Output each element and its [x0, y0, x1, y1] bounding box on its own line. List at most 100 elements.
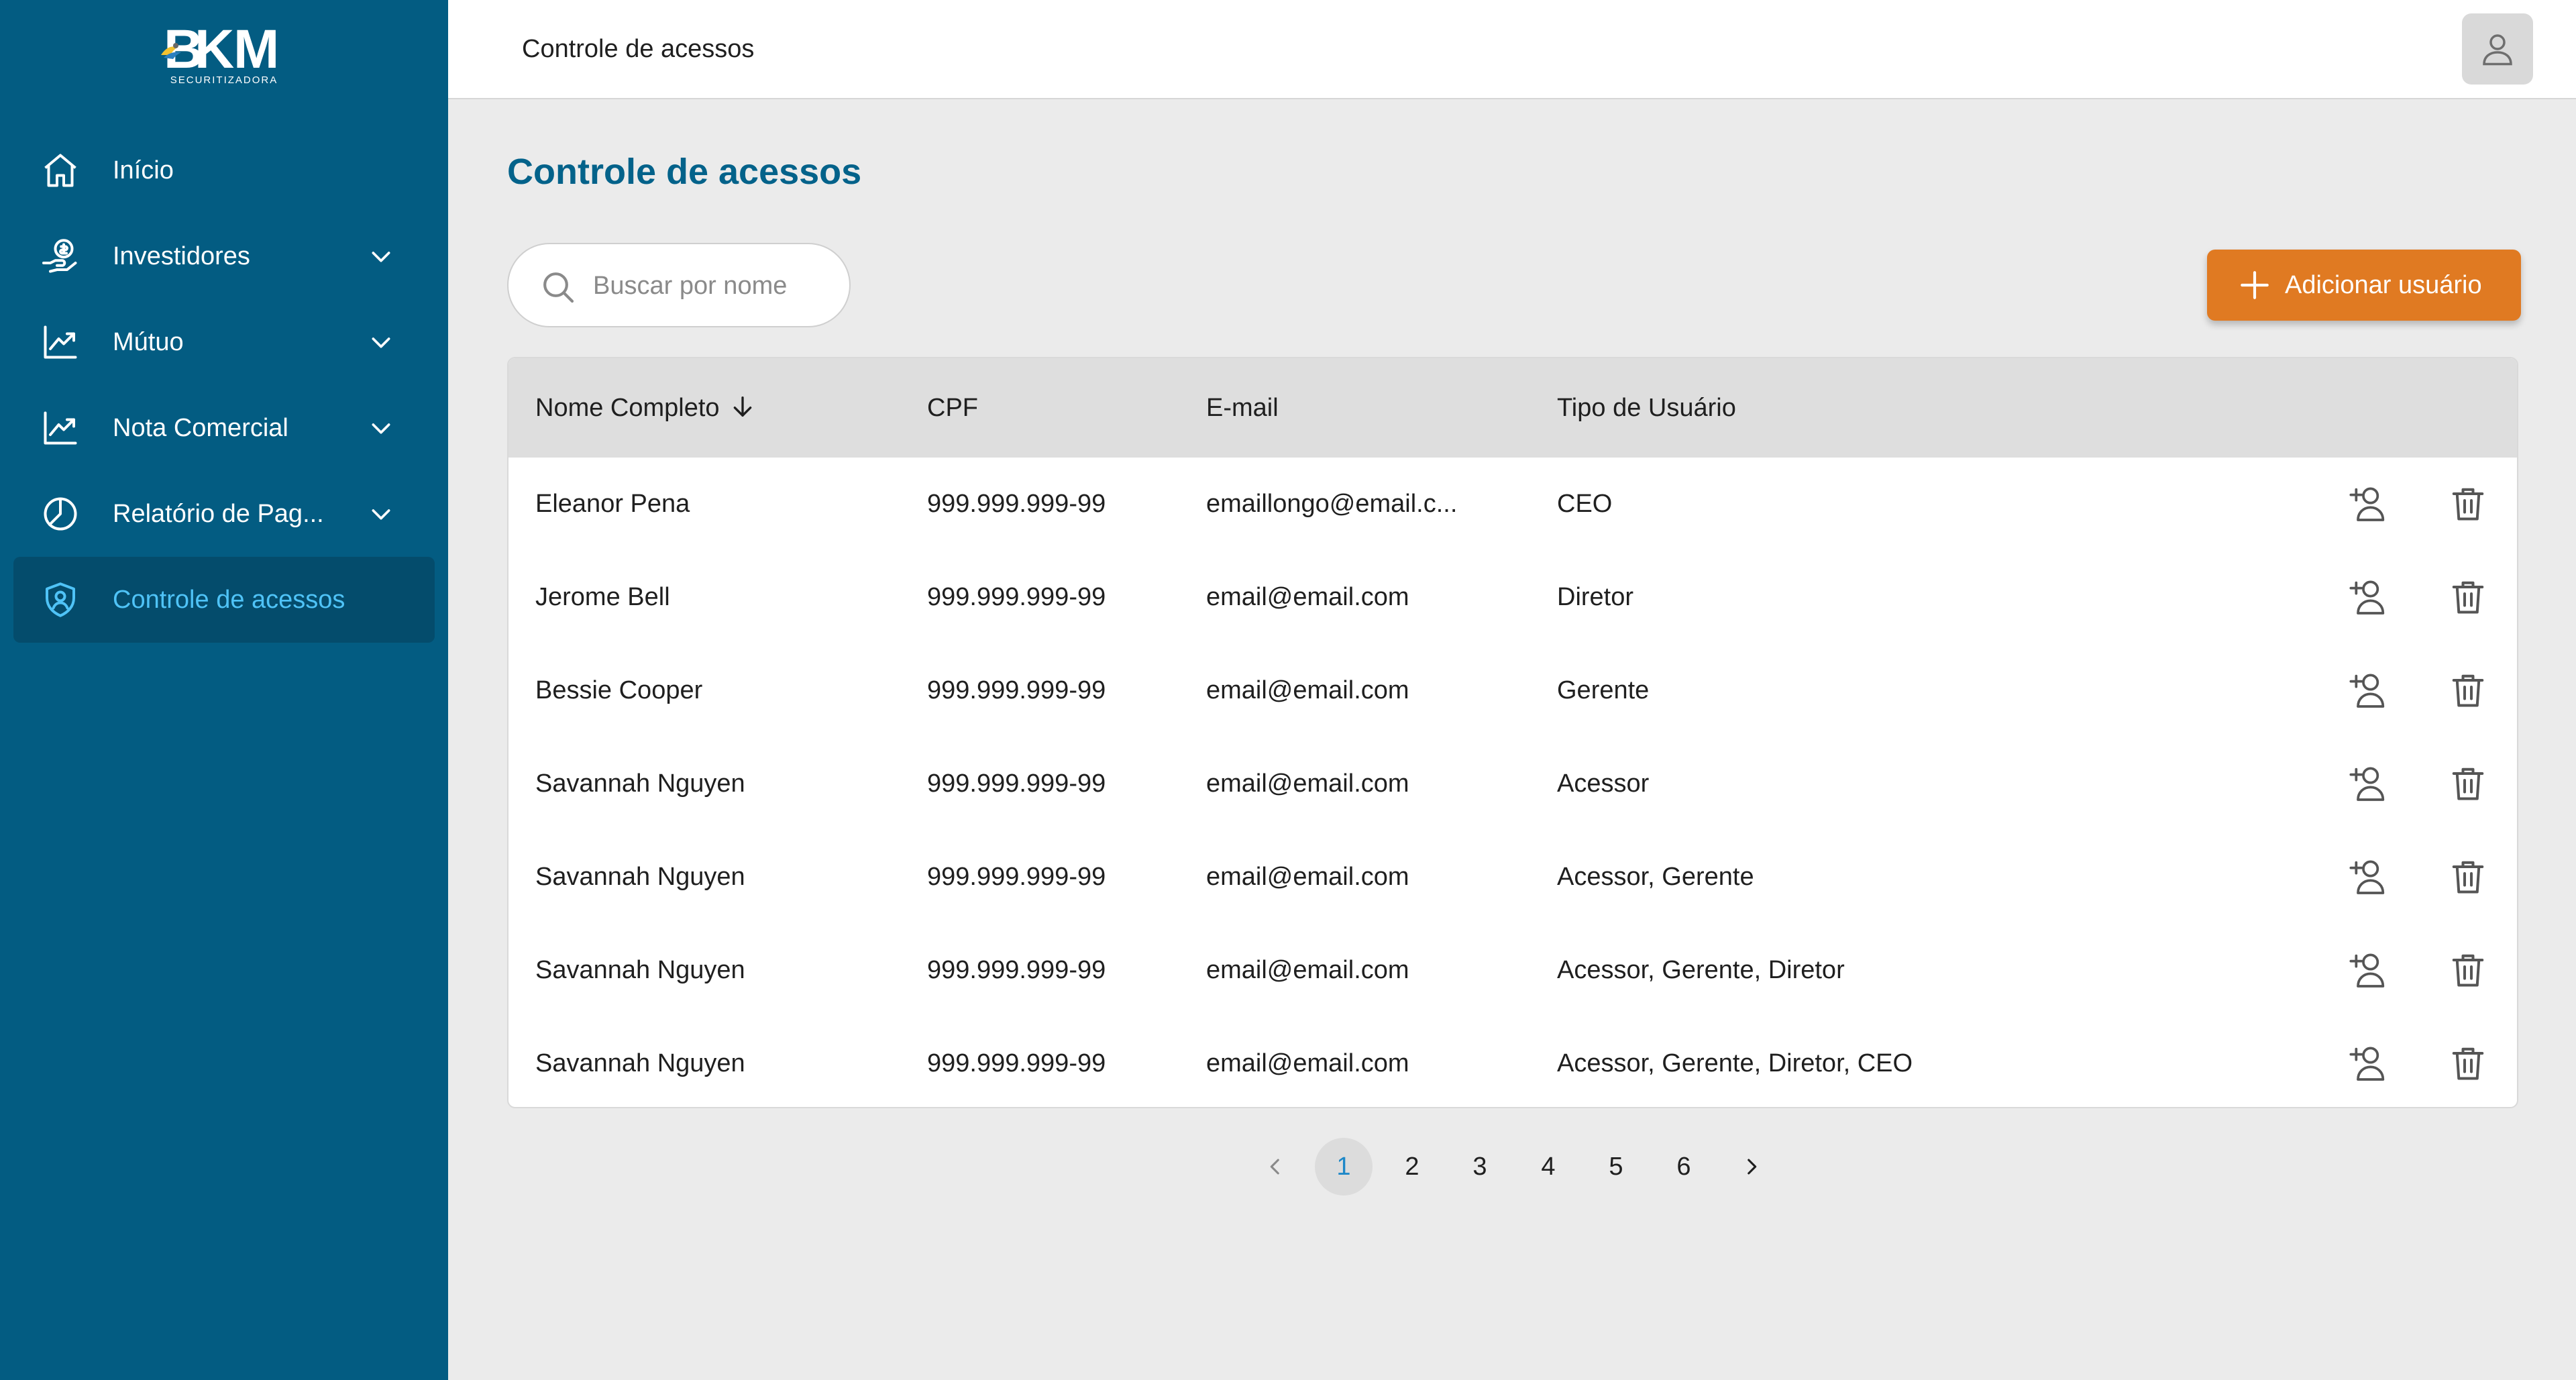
page-button-1[interactable]: 1 [1315, 1138, 1373, 1196]
table-header: Nome Completo CPF E-mail Tipo de Usuário [508, 358, 2517, 458]
cell-email: email@email.com [1206, 1049, 1409, 1077]
delete-user-button[interactable] [2443, 572, 2493, 622]
column-header-nome[interactable]: Nome Completo [535, 358, 756, 458]
cell-email: email@email.com [1206, 863, 1409, 891]
sidebar-item-label: Nota Comercial [113, 414, 288, 442]
logo-letter-k: K [195, 19, 234, 80]
sidebar-item-mutuo[interactable]: Mútuo [13, 299, 435, 385]
trash-icon [2452, 767, 2484, 800]
cell-cpf: 999.999.999-99 [927, 1049, 1106, 1077]
page-button-4[interactable]: 4 [1519, 1138, 1577, 1196]
delete-user-button[interactable] [2443, 759, 2493, 808]
table-row: Savannah Nguyen 999.999.999-99 email@email… [508, 1017, 2517, 1107]
add-user-button[interactable]: Adicionar usuário [2207, 250, 2521, 321]
brand-logo[interactable]: B K M SECURITIZADORA [156, 19, 292, 86]
cell-name: Savannah Nguyen [535, 956, 745, 984]
sidebar-item-controle-acessos[interactable]: Controle de acessos [13, 557, 435, 643]
cell-email: email@email.com [1206, 769, 1409, 798]
delete-user-button[interactable] [2443, 852, 2493, 902]
topbar: Controle de acessos [448, 0, 2576, 99]
cell-name: Eleanor Pena [535, 490, 690, 518]
sidebar-item-inicio[interactable]: Início [13, 127, 435, 213]
sidebar-item-nota-comercial[interactable]: Nota Comercial [13, 385, 435, 471]
table-row: Jerome Bell 999.999.999-99 email@email.com… [508, 551, 2517, 644]
search-box [507, 243, 851, 327]
edit-user-permissions-button[interactable] [2344, 852, 2394, 902]
chevron-down-icon[interactable] [368, 243, 394, 270]
sort-arrow-down-icon[interactable] [729, 393, 756, 420]
column-header-email: E-mail [1206, 394, 1279, 422]
sidebar-item-label: Controle de acessos [113, 586, 345, 614]
chevron-down-icon[interactable] [368, 329, 394, 356]
cell-tipo: Acessor, Gerente [1557, 863, 1754, 891]
table-row: Eleanor Pena 999.999.999-99 emaillongo@ema… [508, 458, 2517, 551]
cell-tipo: Gerente [1557, 676, 1650, 704]
chart-line-icon [40, 408, 80, 448]
user-icon [2483, 34, 2512, 66]
cell-email: email@email.com [1206, 956, 1409, 984]
money-hand-icon [40, 236, 80, 276]
user-edit-icon [2349, 674, 2385, 708]
trash-icon [2452, 1047, 2484, 1080]
cell-tipo: Acessor [1557, 769, 1650, 798]
pie-chart-icon [40, 494, 80, 534]
user-edit-icon [2349, 860, 2385, 894]
user-edit-icon [2349, 580, 2385, 615]
cell-cpf: 999.999.999-99 [927, 769, 1106, 798]
table-row: Bessie Cooper 999.999.999-99 email@email.c… [508, 644, 2517, 737]
page-button-2[interactable]: 2 [1383, 1138, 1441, 1196]
edit-user-permissions-button[interactable] [2344, 479, 2394, 529]
delete-user-button[interactable] [2443, 479, 2493, 529]
users-table: Nome Completo CPF E-mail Tipo de Usuário… [507, 357, 2518, 1108]
sidebar-item-investidores[interactable]: Investidores [13, 213, 435, 299]
column-header-tipo: Tipo de Usuário [1557, 394, 1736, 422]
user-edit-icon [2349, 953, 2385, 988]
column-header-label: Nome Completo [535, 394, 720, 422]
edit-user-permissions-button[interactable] [2344, 945, 2394, 995]
search-input[interactable] [592, 244, 836, 327]
cell-email: email@email.com [1206, 583, 1409, 611]
chevron-down-icon[interactable] [368, 500, 394, 527]
delete-user-button[interactable] [2443, 945, 2493, 995]
cell-name: Savannah Nguyen [535, 863, 745, 891]
table-row: Savannah Nguyen 999.999.999-99 email@email… [508, 737, 2517, 831]
edit-user-permissions-button[interactable] [2344, 572, 2394, 622]
add-user-button-label: Adicionar usuário [2285, 271, 2482, 299]
page-button-6[interactable]: 6 [1655, 1138, 1713, 1196]
search-icon [543, 272, 574, 303]
edit-user-permissions-button[interactable] [2344, 666, 2394, 715]
trash-icon [2452, 581, 2484, 614]
cell-tipo: Acessor, Gerente, Diretor [1557, 956, 1845, 984]
logo-emblem-icon [161, 43, 181, 59]
pagination-next-button[interactable] [1723, 1138, 1780, 1196]
edit-user-permissions-button[interactable] [2344, 759, 2394, 808]
page-button-5[interactable]: 5 [1587, 1138, 1645, 1196]
sidebar-nav: Início Investidores Mútuo Nota Comercial… [13, 127, 435, 643]
chevron-down-icon[interactable] [368, 415, 394, 441]
cell-name: Bessie Cooper [535, 676, 703, 704]
trash-icon [2452, 674, 2484, 707]
chevron-left-icon [1270, 1159, 1279, 1175]
topbar-title: Controle de acessos [522, 35, 755, 63]
chart-line-icon [40, 322, 80, 362]
cell-tipo: Diretor [1557, 583, 1634, 611]
page-button-3[interactable]: 3 [1451, 1138, 1509, 1196]
home-icon [40, 150, 80, 191]
cell-tipo: CEO [1557, 490, 1613, 518]
trash-icon [2452, 488, 2484, 521]
edit-user-permissions-button[interactable] [2344, 1039, 2394, 1088]
pagination-prev-button[interactable] [1246, 1138, 1304, 1196]
delete-user-button[interactable] [2443, 666, 2493, 715]
sidebar-item-label: Relatório de Pag... [113, 500, 324, 528]
cell-cpf: 999.999.999-99 [927, 956, 1106, 984]
cell-email: email@email.com [1206, 676, 1409, 704]
cell-cpf: 999.999.999-99 [927, 490, 1106, 518]
pagination: 1 2 3 4 5 6 [1246, 1138, 1770, 1196]
trash-icon [2452, 954, 2484, 987]
plus-icon [2241, 271, 2269, 299]
shield-user-icon [40, 580, 80, 620]
delete-user-button[interactable] [2443, 1039, 2493, 1088]
sidebar-item-relatorio-pagamentos[interactable]: Relatório de Pag... [13, 471, 435, 557]
user-menu-button[interactable] [2462, 13, 2533, 85]
cell-cpf: 999.999.999-99 [927, 583, 1106, 611]
